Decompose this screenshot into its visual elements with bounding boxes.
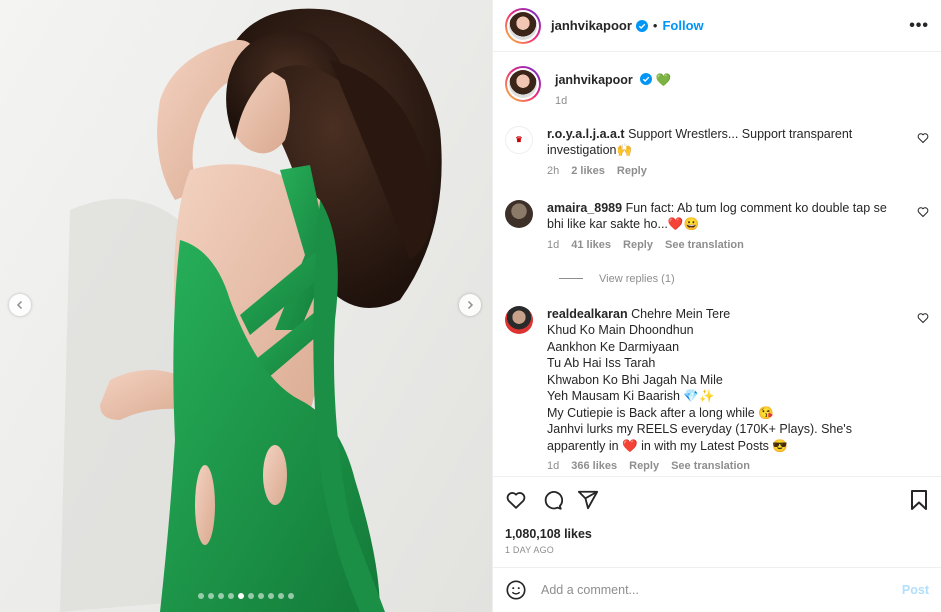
- author-username[interactable]: janhvikapoor: [551, 18, 632, 33]
- comment-text: realdealkaran Chehre Mein Tere Khud Ko M…: [547, 306, 852, 453]
- bookmark-icon[interactable]: [909, 489, 929, 511]
- view-replies-button[interactable]: View replies (1): [493, 273, 941, 285]
- commenter-avatar[interactable]: [505, 199, 533, 228]
- reply-button[interactable]: Reply: [629, 460, 659, 472]
- follow-button[interactable]: Follow: [662, 18, 703, 33]
- comment-input[interactable]: [541, 583, 902, 597]
- post-photo: [60, 8, 442, 612]
- post-comment-button[interactable]: Post: [902, 583, 929, 597]
- comment-item: amaira_8989 Fun fact: Ab tum log comment…: [493, 199, 941, 251]
- comment-likes[interactable]: 366 likes: [571, 460, 617, 472]
- post-timestamp[interactable]: 1 DAY AGO: [505, 545, 929, 555]
- post-actions: 1,080,108 likes 1 DAY AGO: [493, 476, 941, 555]
- comment-composer: Post: [493, 567, 941, 612]
- post-modal: janhvikapoor • Follow ••• janhvikapoor 💚…: [0, 0, 941, 612]
- reply-button[interactable]: Reply: [617, 165, 647, 177]
- author-avatar[interactable]: [505, 7, 541, 44]
- post-header: janhvikapoor • Follow •••: [493, 0, 941, 52]
- more-options-icon[interactable]: •••: [909, 17, 929, 35]
- see-translation-button[interactable]: See translation: [665, 239, 744, 251]
- comment-like-heart-icon[interactable]: [917, 312, 929, 324]
- caption-time[interactable]: 1d: [555, 95, 567, 107]
- comment-time[interactable]: 2h: [547, 165, 559, 177]
- carousel-dot: [278, 593, 284, 599]
- comment-item: ♛ r.o.y.a.l.j.a.a.t Support Wrestlers...…: [493, 125, 941, 177]
- verified-badge-icon: [640, 73, 653, 85]
- view-replies-label: View replies (1): [599, 272, 675, 285]
- comment-icon[interactable]: [541, 489, 563, 511]
- comment-text: amaira_8989 Fun fact: Ab tum log comment…: [547, 200, 887, 232]
- see-translation-button[interactable]: See translation: [671, 460, 750, 472]
- carousel-dot: [198, 593, 204, 599]
- reply-button[interactable]: Reply: [623, 239, 653, 251]
- previous-image-button[interactable]: [9, 294, 31, 316]
- smiley-icon[interactable]: [505, 579, 527, 601]
- carousel-dot: [248, 593, 254, 599]
- caption-avatar[interactable]: [505, 66, 541, 102]
- comment-likes[interactable]: 41 likes: [571, 239, 611, 251]
- comments-list[interactable]: janhvikapoor 💚 1d ♛ r.o.y.a.l.j.a.a.t Su…: [493, 53, 941, 475]
- commenter-username[interactable]: amaira_8989: [547, 201, 622, 215]
- carousel-dot: [238, 593, 244, 599]
- comment-time[interactable]: 1d: [547, 239, 559, 251]
- commenter-avatar[interactable]: [505, 305, 533, 334]
- commenter-username[interactable]: r.o.y.a.l.j.a.a.t: [547, 127, 625, 141]
- carousel-dot: [288, 593, 294, 599]
- crown-logo-icon: ♛: [515, 135, 523, 144]
- comment-text: r.o.y.a.l.j.a.a.t Support Wrestlers... S…: [547, 126, 853, 158]
- post-caption: janhvikapoor 💚 1d: [493, 53, 941, 107]
- carousel-dot: [208, 593, 214, 599]
- likes-count[interactable]: 1,080,108 likes: [505, 527, 929, 541]
- comment-like-heart-icon[interactable]: [917, 132, 929, 144]
- comment-like-heart-icon[interactable]: [917, 206, 929, 218]
- comment-item: realdealkaran Chehre Mein Tere Khud Ko M…: [493, 305, 941, 472]
- carousel-dots: [0, 593, 492, 599]
- post-sidebar: janhvikapoor • Follow ••• janhvikapoor 💚…: [492, 0, 941, 612]
- carousel-dot: [268, 593, 274, 599]
- caption-text: 💚: [655, 73, 672, 87]
- verified-badge-icon: [635, 19, 648, 32]
- post-media[interactable]: [0, 0, 492, 612]
- share-icon[interactable]: [577, 489, 599, 511]
- comment-time[interactable]: 1d: [547, 460, 559, 472]
- commenter-avatar[interactable]: ♛: [505, 125, 533, 154]
- chevron-left-icon: [16, 300, 23, 310]
- comment-likes[interactable]: 2 likes: [571, 165, 605, 177]
- heart-icon[interactable]: [505, 489, 527, 511]
- carousel-dot: [258, 593, 264, 599]
- carousel-dot: [218, 593, 224, 599]
- next-image-button[interactable]: [459, 294, 481, 316]
- commenter-username[interactable]: realdealkaran: [547, 307, 628, 321]
- header-separator: •: [652, 18, 658, 33]
- carousel-dot: [228, 593, 234, 599]
- caption-username[interactable]: janhvikapoor: [555, 73, 633, 87]
- replies-divider: [559, 278, 583, 279]
- chevron-right-icon: [467, 300, 474, 310]
